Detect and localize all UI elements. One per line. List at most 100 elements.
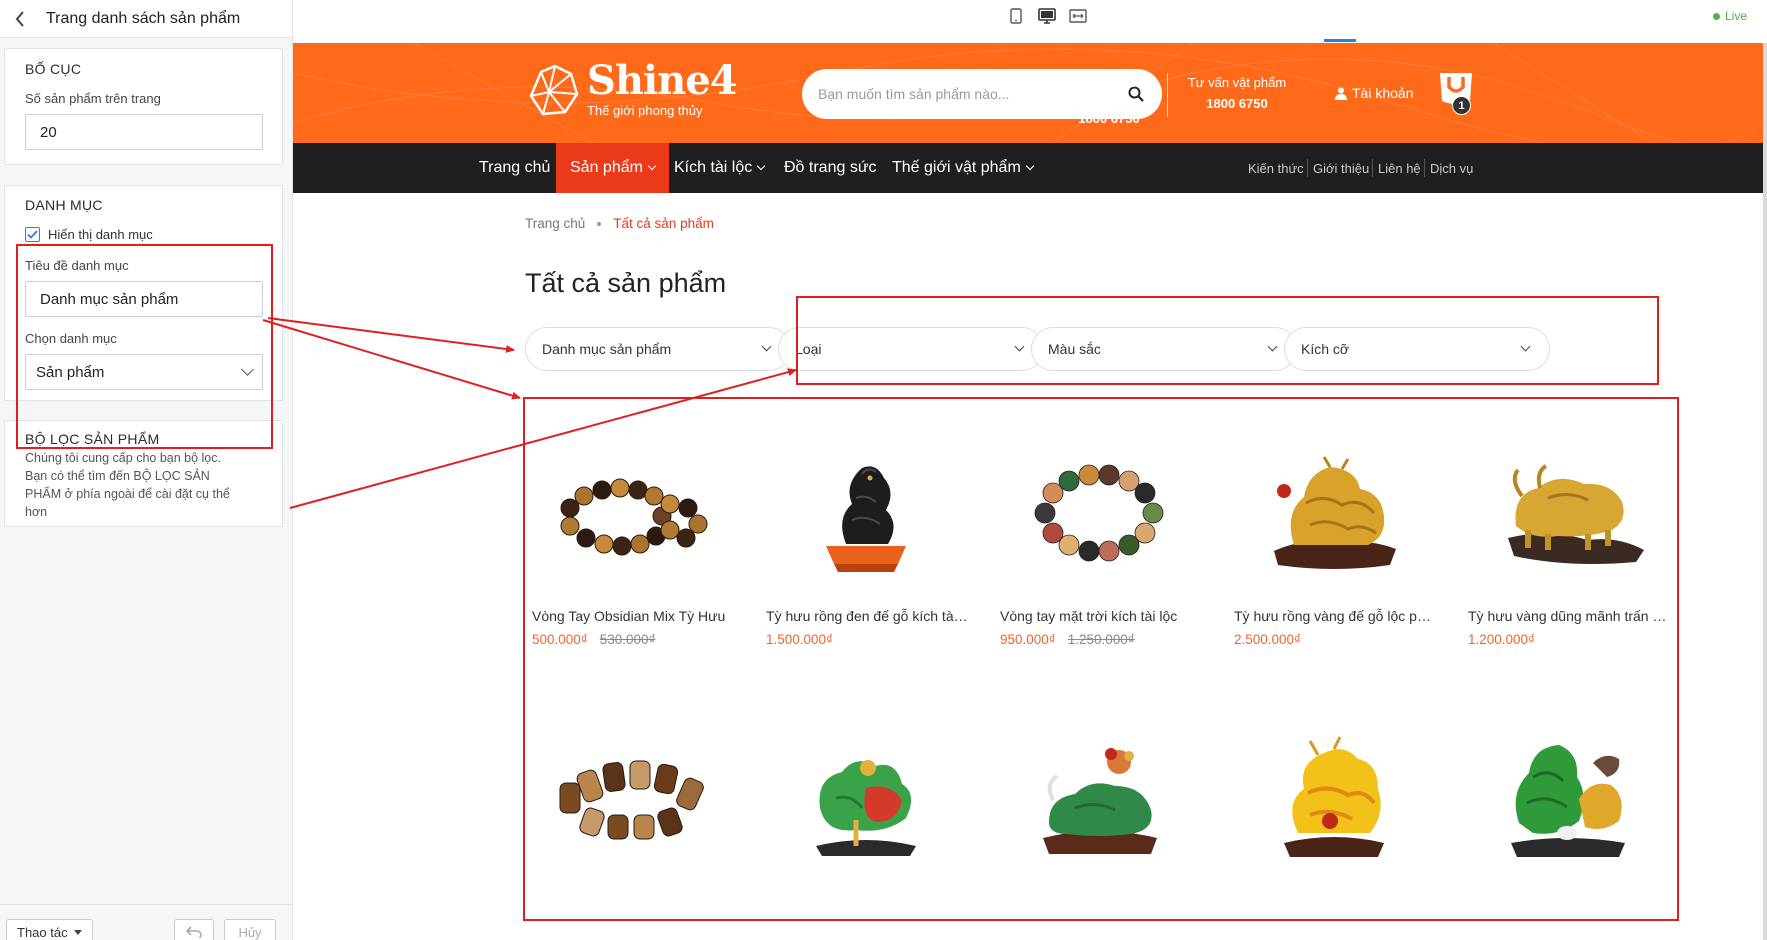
- product-card[interactable]: Tỳ hưu rồng vàng đế gỗ lộc phát 2.500.00…: [1234, 418, 1436, 647]
- chevron-down-icon: [761, 341, 772, 352]
- filter-desc-line: hơn: [25, 505, 48, 519]
- filter-label: Kích cỡ: [1301, 341, 1350, 357]
- nav-item-luck[interactable]: Kích tài lộc: [660, 143, 778, 193]
- black-dragon-image: [826, 466, 906, 572]
- nav-secondary-about[interactable]: Giới thiệu: [1313, 143, 1369, 193]
- editor-header: Trang danh sách sản phẩm: [0, 0, 292, 38]
- product-image[interactable]: [766, 703, 966, 893]
- back-arrow-icon[interactable]: [8, 7, 32, 31]
- filter-category[interactable]: Danh mục sản phẩm: [525, 327, 791, 371]
- product-image[interactable]: [1000, 703, 1200, 893]
- layout-card: BỐ CỤC Số sản phẩm trên trang 20: [4, 48, 283, 165]
- hotline-service[interactable]: Tư vấn dịch vụ 1800 6750: [1066, 75, 1152, 126]
- nav-separator: [1372, 159, 1373, 177]
- product-prices: 500.000₫ 530.000₫: [532, 632, 732, 647]
- site-logo[interactable]: Shine4 Thế giới phong thủy: [525, 61, 738, 118]
- fullwidth-icon[interactable]: [1068, 6, 1088, 26]
- hotline-divider: [1167, 73, 1168, 117]
- chevron-down-icon: [757, 161, 766, 171]
- crystal-logo-icon: [529, 64, 579, 115]
- product-card[interactable]: Vòng tay mặt trời kích tài lộc 950.000₫ …: [1000, 418, 1200, 647]
- hotline-number[interactable]: 1800 6750: [1066, 111, 1152, 126]
- filter-label: Màu sắc: [1048, 341, 1101, 357]
- product-image[interactable]: [1234, 418, 1434, 608]
- product-price: 1.500.000₫: [766, 632, 833, 647]
- nav-item-home[interactable]: Trang chủ: [465, 143, 564, 193]
- user-icon: [1335, 87, 1347, 100]
- product-name[interactable]: Vòng Tay Obsidian Mix Tỳ Hưu: [532, 608, 734, 624]
- product-old-price: 530.000₫: [599, 632, 656, 647]
- product-image[interactable]: [766, 418, 966, 608]
- nav-item-jewelry[interactable]: Đồ trang sức: [770, 143, 891, 193]
- theme-editor-panel: Trang danh sách sản phẩm BỐ CỤC Số sản p…: [0, 0, 293, 940]
- per-page-label: Số sản phẩm trên trang: [25, 91, 161, 106]
- chevron-down-icon: [647, 161, 657, 171]
- site-header: Shine4 Thế giới phong thủy Bạn muốn tìm …: [293, 43, 1763, 143]
- chevron-down-icon: [1520, 341, 1531, 352]
- product-card[interactable]: [1468, 703, 1668, 893]
- active-device-indicator: [1324, 39, 1356, 42]
- filter-size[interactable]: Kích cỡ: [1284, 327, 1550, 371]
- editor-title: Trang danh sách sản phẩm: [46, 9, 241, 27]
- nav-secondary-contact[interactable]: Liên hệ: [1378, 143, 1421, 193]
- category-heading-input[interactable]: Danh mục sản phẩm: [25, 281, 263, 317]
- logo-tagline: Thế giới phong thủy: [587, 103, 703, 118]
- product-card[interactable]: Tỳ hưu vàng dũng mãnh trấn trạch 1.200.0…: [1468, 418, 1670, 647]
- show-category-row[interactable]: Hiển thị danh mục: [25, 227, 262, 242]
- search-placeholder[interactable]: Bạn muốn tìm sản phẩm nào...: [818, 86, 1009, 102]
- nav-secondary-services[interactable]: Dịch vụ: [1430, 143, 1473, 193]
- page-title: Tất cả sản phẩm: [525, 268, 727, 298]
- product-name[interactable]: Vòng tay mặt trời kích tài lộc: [1000, 608, 1202, 624]
- choose-category-select[interactable]: Sản phẩm: [25, 354, 263, 390]
- undo-icon: [186, 926, 202, 938]
- product-name[interactable]: Tỳ hưu vàng dũng mãnh trấn trạch: [1468, 608, 1670, 624]
- live-dot-icon: [1712, 12, 1720, 20]
- jade-pixiu-image: [1043, 748, 1157, 854]
- breadcrumb-home[interactable]: Trang chủ: [525, 216, 585, 231]
- gold-bull-image: [1508, 464, 1644, 564]
- product-name[interactable]: Tỳ hưu rồng vàng đế gỗ lộc phát: [1234, 608, 1436, 624]
- product-price: 1.200.000₫: [1468, 632, 1535, 647]
- product-image[interactable]: [1468, 418, 1668, 608]
- filter-card-description: Chúng tôi cung cấp cho bạn bộ lọc. Bạn c…: [25, 449, 262, 521]
- product-card[interactable]: Tỳ hưu rồng đen đế gỗ kích tài lộc 1.500…: [766, 418, 968, 647]
- account-link[interactable]: Tài khoản: [1335, 85, 1413, 101]
- actions-menu-button[interactable]: Thao tác: [6, 919, 93, 940]
- product-card[interactable]: [532, 703, 732, 893]
- product-price: 950.000₫: [1000, 632, 1056, 647]
- bracelet-image: [1034, 464, 1164, 562]
- tablet-icon[interactable]: [1006, 6, 1026, 26]
- product-card[interactable]: Vòng Tay Obsidian Mix Tỳ Hưu 500.000₫ 53…: [532, 418, 732, 647]
- show-category-checkbox[interactable]: [25, 227, 40, 242]
- filter-desc-line: Chúng tôi cung cấp cho bạn bộ lọc.: [25, 451, 221, 465]
- cart-count-badge: 1: [1452, 96, 1471, 115]
- hotline-number[interactable]: 1800 6750: [1187, 96, 1287, 111]
- filter-color[interactable]: Màu sắc: [1031, 327, 1297, 371]
- nav-item-world[interactable]: Thế giới vật phẩm: [878, 143, 1047, 193]
- product-prices: 1.200.000₫: [1468, 632, 1668, 647]
- product-name[interactable]: Tỳ hưu rồng đen đế gỗ kích tài lộc: [766, 608, 968, 624]
- actions-menu-label: Thao tác: [17, 924, 68, 940]
- product-image[interactable]: [532, 703, 732, 893]
- account-label: Tài khoản: [1352, 85, 1414, 101]
- nav-label: Sản phẩm: [570, 159, 643, 176]
- preview-scrollbar[interactable]: [1763, 43, 1767, 940]
- product-card[interactable]: [1234, 703, 1434, 893]
- yellow-dragon-image: [1284, 736, 1384, 857]
- undo-button[interactable]: [174, 919, 214, 940]
- hotline-product[interactable]: Tư vấn vật phẩm 1800 6750: [1187, 75, 1287, 111]
- choose-category-label: Chọn danh mục: [25, 331, 117, 346]
- desktop-icon[interactable]: [1037, 6, 1057, 26]
- product-image[interactable]: [532, 418, 732, 608]
- nav-item-products[interactable]: Sản phẩm: [556, 143, 669, 193]
- product-image[interactable]: [1468, 703, 1668, 893]
- nav-secondary-knowledge[interactable]: Kiến thức: [1248, 143, 1304, 193]
- product-image[interactable]: [1000, 418, 1200, 608]
- jade-cabbage-image: [1511, 745, 1625, 857]
- cancel-button[interactable]: Hủy: [224, 919, 276, 940]
- product-card[interactable]: [766, 703, 966, 893]
- per-page-input[interactable]: 20: [25, 114, 263, 150]
- filter-type[interactable]: Loại: [778, 327, 1044, 371]
- product-image[interactable]: [1234, 703, 1434, 893]
- product-card[interactable]: [1000, 703, 1200, 893]
